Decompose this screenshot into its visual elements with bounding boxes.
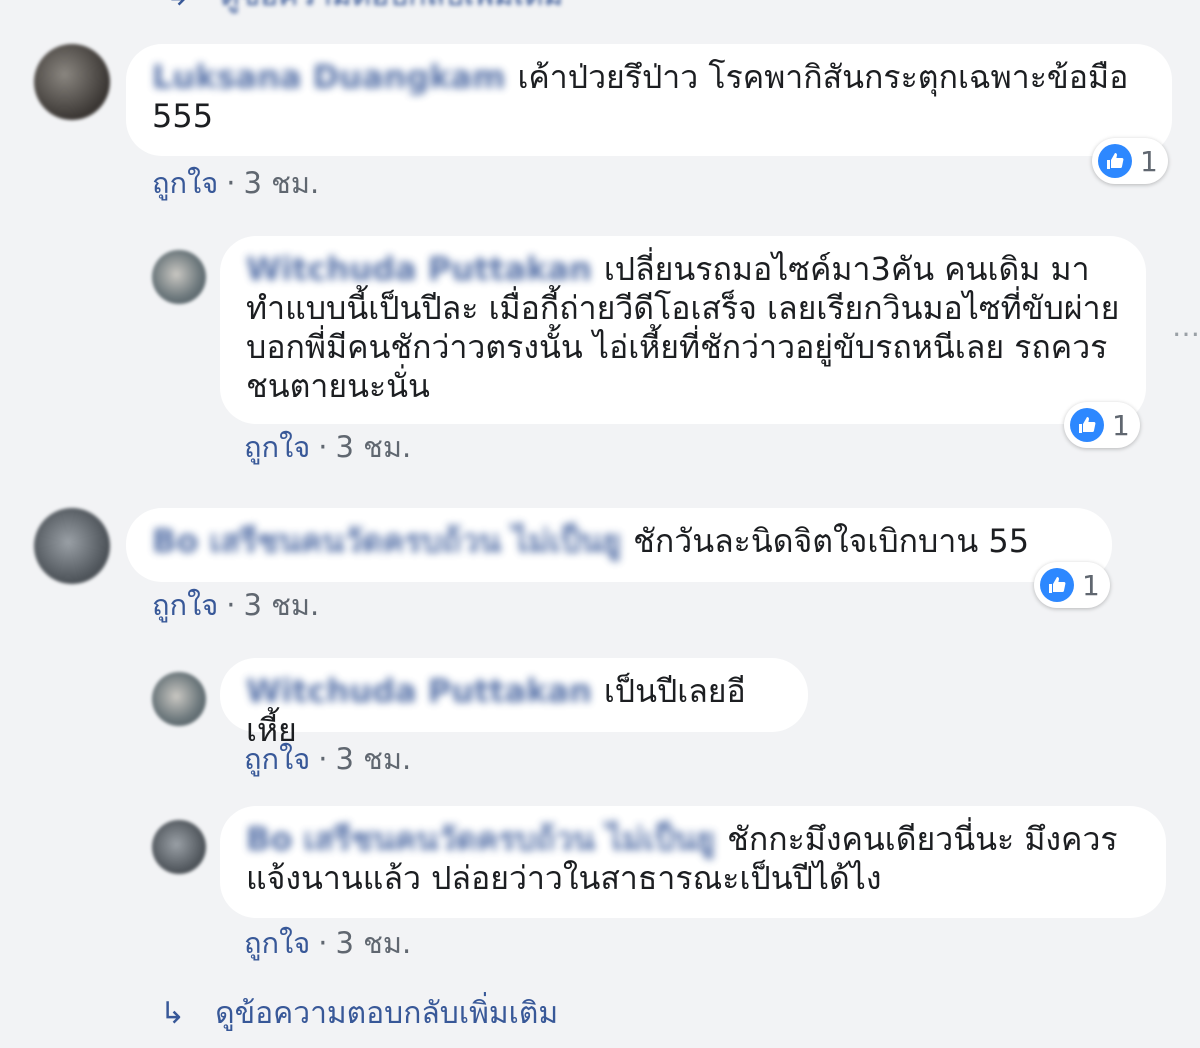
comment-text: ชักวันละนิดจิตใจเบิกบาน 55 [633, 522, 1030, 560]
more-options-icon[interactable]: … [1172, 310, 1200, 343]
comment-bubble: Bo เสรีชนคนวัดครบถ้วน ไม่เป็นยู ชักกะมึงค… [220, 806, 1166, 918]
reaction-count: 1 [1140, 144, 1158, 178]
timestamp[interactable]: 3 ชม. [244, 160, 320, 206]
comment-bubble: Witchuda Puttakan เป็นปีเลยอีเหี้ย [220, 658, 808, 749]
avatar[interactable] [152, 820, 206, 874]
separator: · [226, 166, 236, 200]
reaction-count-badge[interactable]: 1 [1034, 562, 1110, 608]
timestamp[interactable]: 3 ชม. [336, 736, 412, 782]
reply-arrow-icon: ↳ [160, 996, 186, 1031]
avatar[interactable] [34, 508, 110, 584]
avatar[interactable] [34, 44, 110, 120]
like-icon [1070, 408, 1104, 442]
like-link[interactable]: ถูกใจ [152, 582, 218, 628]
separator: · [318, 430, 328, 464]
separator: · [318, 742, 328, 776]
view-more-label: ดูข้อความตอบกลับเพิ่มเติม [215, 996, 559, 1031]
like-icon [1098, 144, 1132, 178]
separator: · [318, 926, 328, 960]
like-link[interactable]: ถูกใจ [152, 160, 218, 206]
reaction-count-badge[interactable]: 1 [1064, 402, 1140, 448]
comment-bubble: Witchuda Puttakan เปลี่ยนรถมอไซค์มา3คัน ค… [220, 236, 1146, 424]
reply-arrow-icon: ↳ [165, 0, 190, 13]
timestamp[interactable]: 3 ชม. [336, 424, 412, 470]
reaction-count: 1 [1112, 408, 1130, 442]
view-more-replies-link[interactable]: ↳ ดูข้อความตอบกลับเพิ่มเติม [160, 990, 558, 1037]
view-more-label: ดูข้อความตอบกลับเพิ่มเติม [220, 0, 563, 19]
like-link[interactable]: ถูกใจ [244, 424, 310, 470]
reaction-count-badge[interactable]: 1 [1092, 138, 1168, 184]
view-more-replies-top[interactable]: ↳ ดูข้อความตอบกลับเพิ่มเติม [165, 0, 563, 13]
commenter-name[interactable]: Bo เสรีชนคนวัดครบถ้วน ไม่เป็นยู [152, 522, 621, 560]
timestamp[interactable]: 3 ชม. [244, 582, 320, 628]
avatar[interactable] [152, 250, 206, 304]
like-link[interactable]: ถูกใจ [244, 920, 310, 966]
separator: · [226, 588, 236, 622]
commenter-name[interactable]: Witchuda Puttakan [246, 250, 592, 288]
like-icon [1040, 568, 1074, 602]
comment-bubble: Bo เสรีชนคนวัดครบถ้วน ไม่เป็นยู ชักวันละน… [126, 508, 1112, 582]
commenter-name[interactable]: Bo เสรีชนคนวัดครบถ้วน ไม่เป็นยู [246, 820, 715, 858]
timestamp[interactable]: 3 ชม. [336, 920, 412, 966]
avatar[interactable] [152, 672, 206, 726]
commenter-name[interactable]: Luksana Duangkam [152, 58, 505, 96]
reaction-count: 1 [1082, 568, 1100, 602]
comment-bubble: Luksana Duangkam เค้าป่วยรึป่าว โรคพากิสั… [126, 44, 1172, 156]
like-link[interactable]: ถูกใจ [244, 736, 310, 782]
commenter-name[interactable]: Witchuda Puttakan [246, 672, 592, 710]
